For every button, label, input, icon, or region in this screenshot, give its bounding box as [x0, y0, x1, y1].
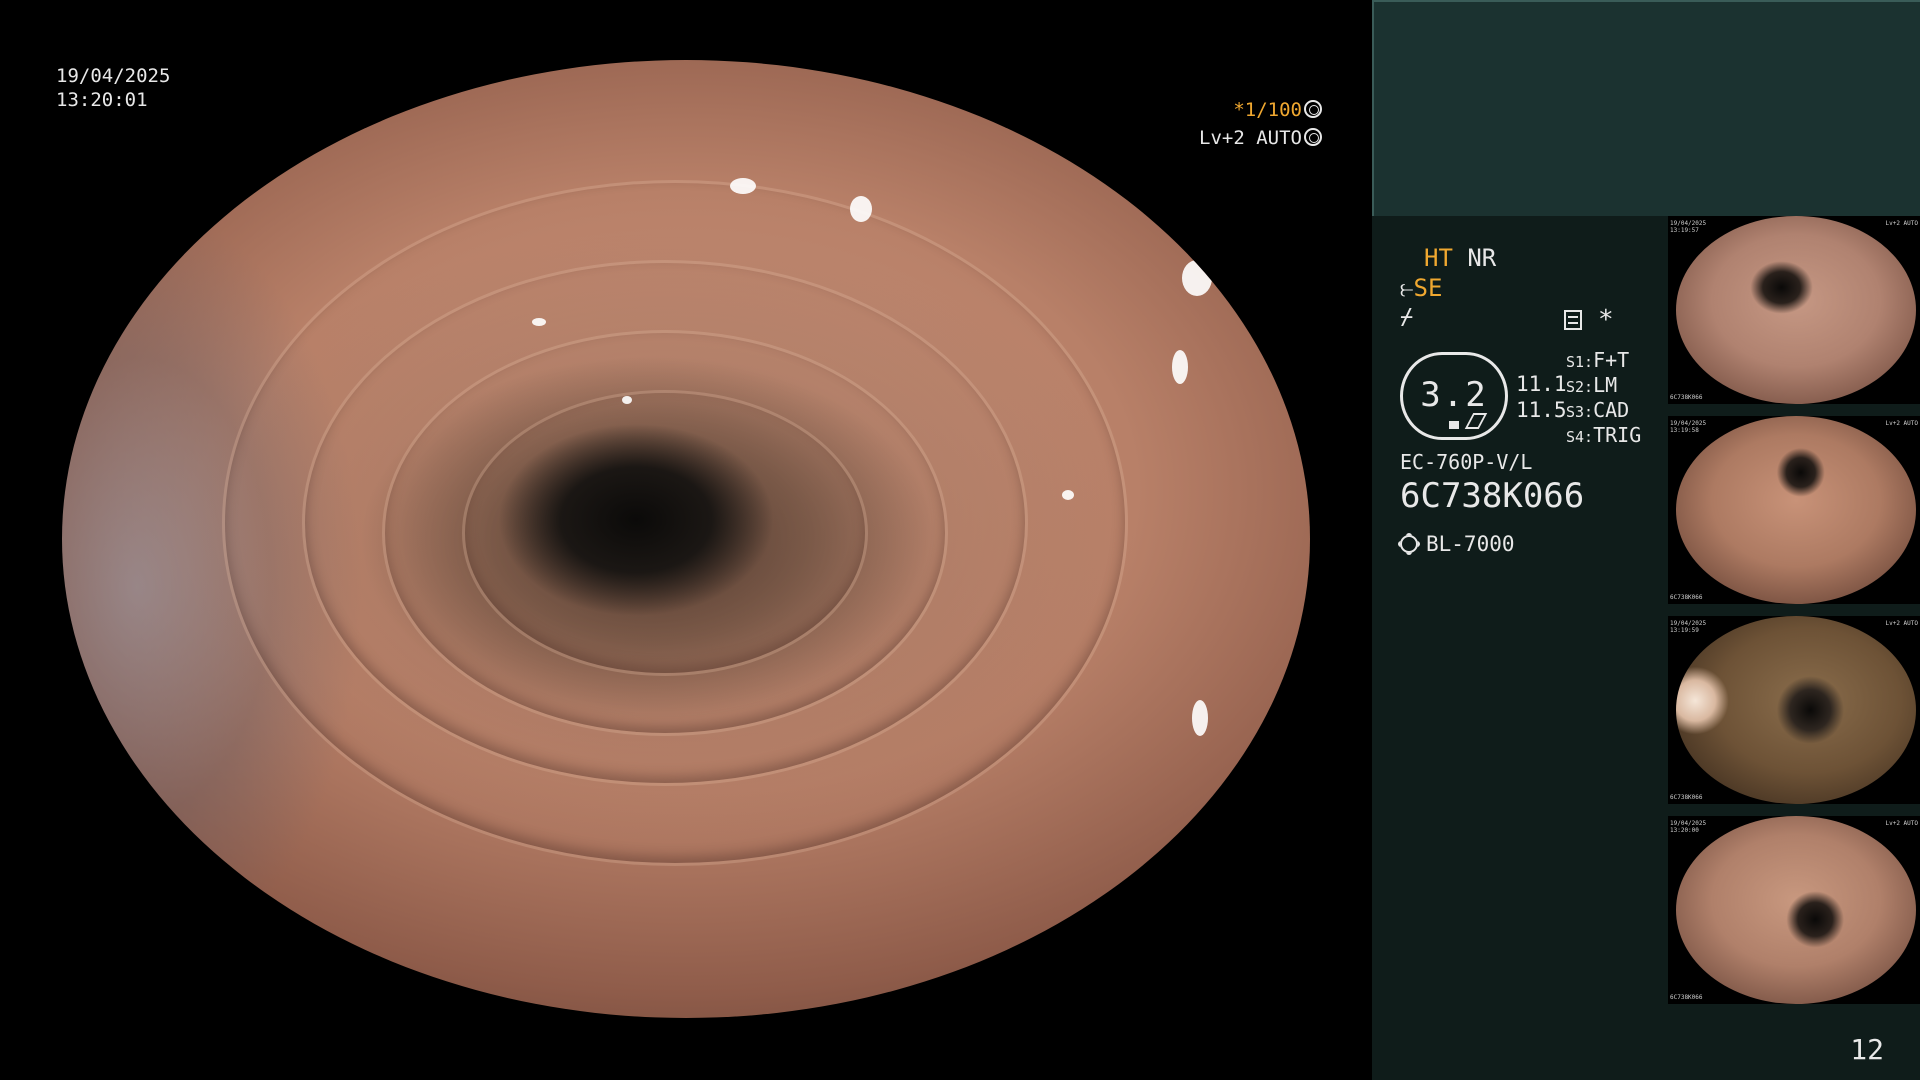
thumbnail-serial: 6C738K066: [1670, 994, 1703, 1001]
switch-key: S1:: [1566, 353, 1594, 371]
switch-value: TRIG: [1593, 423, 1642, 447]
view-mask: [62, 1018, 362, 1080]
light-reflection: [622, 396, 632, 404]
thumbnail-image: [1676, 816, 1916, 1004]
light-reflection: [1192, 700, 1208, 736]
thumbnail-image: [1676, 416, 1916, 604]
memo-icon: [1564, 310, 1582, 330]
value-a: 11.1: [1516, 372, 1567, 396]
switch-4: S4:TRIG: [1566, 423, 1641, 447]
zoom-slash-icon: [1464, 413, 1488, 429]
light-reflection: [1172, 350, 1188, 384]
thumbnail-image: [1676, 616, 1916, 804]
light-source-text: BL-7000: [1426, 532, 1515, 556]
thumbnail-level: Lv+2 AUTO: [1885, 420, 1918, 427]
thumb-date-text: 19/04/2025: [1670, 820, 1707, 827]
zoom-value: 3.2: [1420, 375, 1488, 415]
endoscopic-image: [62, 60, 1310, 1018]
light-reflection: [850, 196, 872, 222]
aperture-icon: [1304, 100, 1322, 118]
time-text: 13:20:01: [56, 89, 148, 111]
zoom-marker-icon: [1449, 421, 1459, 429]
switch-3: S3:CAD: [1566, 398, 1629, 422]
date-text: 19/04/2025: [56, 65, 171, 87]
thumb-time-text: 13:19:57: [1670, 227, 1699, 234]
panel-header-area: [1372, 0, 1920, 216]
thumbnail-2[interactable]: 19/04/2025 13:19:58 Lv+2 AUTO 6C738K066: [1668, 416, 1920, 604]
thumbnail-date: 19/04/2025 13:19:58: [1670, 420, 1706, 434]
info-panel: HT NR ⥼SE ⌿ * 3.2 11.1 11.5 S1:F+T S2:LM…: [1372, 0, 1920, 1080]
view-mask: [62, 0, 342, 60]
shutter-text: *1/100: [1233, 99, 1302, 121]
view-mask: [1010, 1018, 1310, 1080]
mucosal-fold: [222, 180, 1128, 866]
light-source: BL-7000: [1400, 530, 1515, 558]
se-row: ⥼SE: [1400, 274, 1442, 302]
structure-enhance-icon: ⥼: [1400, 274, 1414, 302]
scope-model: EC-760P-V/L: [1400, 450, 1533, 474]
scope-serial: 6C738K066: [1400, 476, 1585, 516]
endoscope-view: 19/04/2025 13:20:01 *1/100 Lv+2 AUTO: [0, 0, 1372, 1080]
light-reflection: [532, 318, 546, 326]
thumb-time-text: 13:19:58: [1670, 427, 1699, 434]
switch-value: LM: [1593, 373, 1618, 397]
mode-nr: NR: [1467, 244, 1497, 272]
thumb-date-text: 19/04/2025: [1670, 220, 1707, 227]
switch-key: S3:: [1566, 403, 1594, 421]
light-reflection: [1182, 260, 1212, 296]
mode-row: HT NR: [1424, 244, 1496, 272]
switch-2: S2:LM: [1566, 373, 1617, 397]
thumbnail-serial: 6C738K066: [1670, 594, 1703, 601]
switch-key: S4:: [1566, 428, 1594, 446]
light-reflection: [730, 178, 756, 194]
switch-1: S1:F+T: [1566, 348, 1629, 372]
thumbnail-serial: 6C738K066: [1670, 394, 1703, 401]
brightness-level: Lv+2 AUTO: [1199, 126, 1322, 150]
date-time: 19/04/2025 13:20:01: [56, 64, 170, 112]
thumbnail-image: [1676, 216, 1916, 404]
se-label: SE: [1413, 274, 1443, 302]
switch-key: S2:: [1566, 378, 1594, 396]
light-source-icon: [1400, 535, 1418, 553]
thumbnail-date: 19/04/2025 13:19:59: [1670, 620, 1706, 634]
edge-icon: ⌿: [1400, 305, 1414, 330]
thumbnail-level: Lv+2 AUTO: [1885, 820, 1918, 827]
thumb-time-text: 13:20:00: [1670, 827, 1699, 834]
auto-ring-icon: [1304, 128, 1322, 146]
page-number: 12: [1850, 1033, 1884, 1066]
mode-ht: HT: [1424, 244, 1453, 272]
thumbnail-date: 19/04/2025 13:19:57: [1670, 220, 1706, 234]
switch-value: F+T: [1593, 348, 1630, 372]
thumbnail-3[interactable]: 19/04/2025 13:19:59 Lv+2 AUTO 6C738K066: [1668, 616, 1920, 804]
light-reflection: [1062, 490, 1074, 500]
thumb-time-text: 13:19:59: [1670, 627, 1699, 634]
thumbnail-serial: 6C738K066: [1670, 794, 1703, 801]
zoom-badge: 3.2: [1400, 352, 1508, 440]
value-b: 11.5: [1516, 398, 1567, 422]
thumbnail-1[interactable]: 19/04/2025 13:19:57 Lv+2 AUTO 6C738K066: [1668, 216, 1920, 404]
view-mask: [1030, 0, 1310, 60]
thumbnail-level: Lv+2 AUTO: [1885, 220, 1918, 227]
thumbnail-4[interactable]: 19/04/2025 13:20:00 Lv+2 AUTO 6C738K066: [1668, 816, 1920, 1004]
shutter-speed: *1/100: [1233, 98, 1322, 122]
level-text: Lv+2 AUTO: [1199, 127, 1302, 149]
thumb-date-text: 19/04/2025: [1670, 420, 1707, 427]
star-indicator: *: [1598, 305, 1614, 335]
thumb-date-text: 19/04/2025: [1670, 620, 1707, 627]
thumbnail-level: Lv+2 AUTO: [1885, 620, 1918, 627]
switch-value: CAD: [1593, 398, 1630, 422]
thumbnail-date: 19/04/2025 13:20:00: [1670, 820, 1706, 834]
